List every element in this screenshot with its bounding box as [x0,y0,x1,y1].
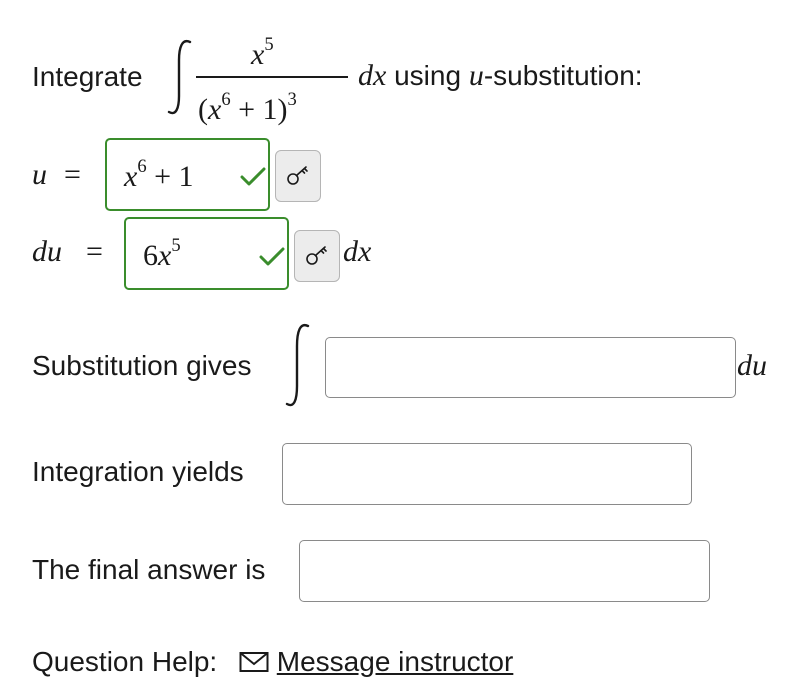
du-suffix: dx [343,235,372,268]
checkmark-icon [240,167,266,186]
substitution-input[interactable] [325,337,736,398]
u-label: u [32,158,47,191]
checkmark-icon [259,247,285,266]
final-answer-input[interactable] [299,540,710,602]
u-answer-value: x6 + 1 [124,156,194,193]
integration-input[interactable] [282,443,692,505]
key-icon [287,166,308,185]
question-help: Question Help: Message instructor [32,648,513,676]
du-answer-field[interactable]: 6x5 [124,217,289,290]
du-answer-value: 6x5 [143,235,181,272]
u-equals: = [64,158,81,191]
problem-suffix: dx using u-substitution: [358,59,643,92]
du-equals: = [86,235,103,268]
integral-icon [167,39,192,115]
numerator: x5 [251,34,274,71]
substitution-label: Substitution gives [32,350,252,381]
u-answer-field[interactable]: x6 + 1 [105,138,270,211]
du-preview-button[interactable] [294,230,340,282]
u-preview-button[interactable] [275,150,321,202]
integral-icon [285,323,310,407]
key-icon [306,246,327,265]
denominator: (x6 + 1)3 [198,89,297,126]
integration-label: Integration yields [32,456,244,487]
substitution-suffix: du [737,349,767,382]
envelope-icon [239,652,269,672]
du-label: du [32,235,62,268]
fraction-bar [196,76,348,78]
problem-prefix: Integrate [32,61,143,92]
final-answer-label: The final answer is [32,554,266,585]
